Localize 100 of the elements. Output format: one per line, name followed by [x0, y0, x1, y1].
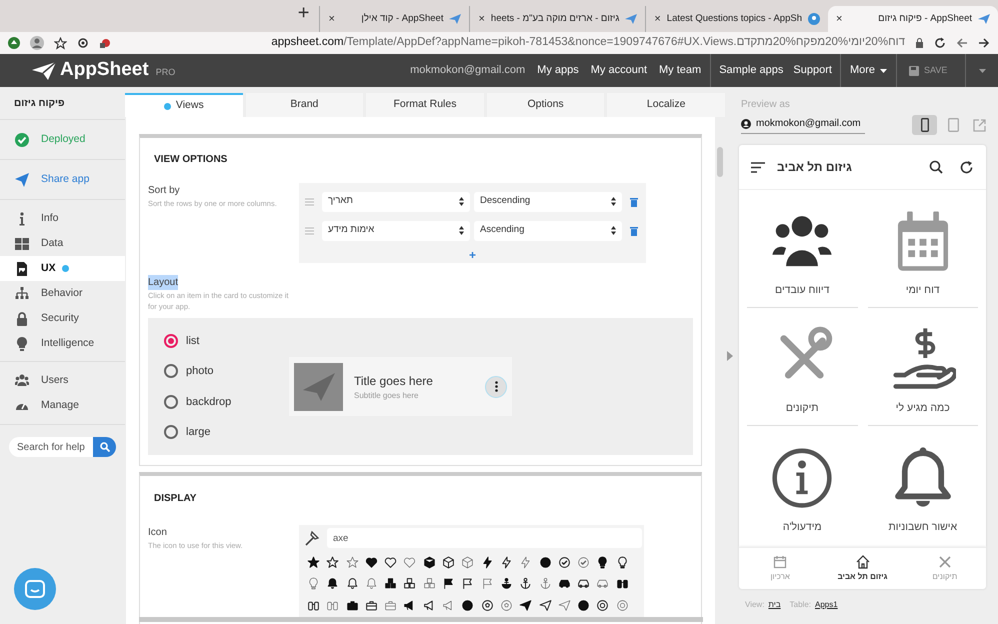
scrollbar-thumb[interactable] [717, 147, 723, 177]
preview-user-field[interactable]: mokmokon@gmail.com [741, 116, 865, 134]
plane-icon[interactable] [519, 598, 532, 612]
tablet-icon [948, 118, 959, 132]
nav-link[interactable]: My team [653, 62, 708, 79]
app-tile[interactable]: דוח יומי [868, 190, 978, 308]
drag-handle-icon[interactable] [305, 198, 314, 206]
heart-icon[interactable] [384, 556, 398, 569]
heart-icon[interactable] [364, 556, 378, 569]
close-tab-button[interactable]: × [328, 10, 335, 28]
app-tile[interactable]: דיווח עובדים [747, 190, 858, 308]
briefcase-icon[interactable] [364, 598, 378, 612]
radio-button[interactable] [164, 364, 178, 378]
bottom-nav-item[interactable]: גיזום תל אביב [821, 548, 904, 589]
binoculars-icon[interactable] [616, 577, 629, 590]
sidebar-item[interactable]: Intelligence [0, 331, 125, 356]
sidebar-item[interactable]: Security [0, 306, 125, 331]
nav-link[interactable]: My account [584, 62, 653, 79]
editor-tab[interactable]: Brand [246, 93, 364, 117]
close-tab-button[interactable]: × [478, 10, 485, 28]
new-tab-button[interactable]: + [288, 0, 320, 32]
editor-tab[interactable]: Views [125, 93, 243, 117]
sidebar-item[interactable]: Data [0, 231, 125, 256]
paper-plane-icon [625, 13, 638, 25]
footer-label: Table: [790, 599, 812, 611]
flag-icon[interactable] [442, 577, 456, 590]
sidebar-item[interactable]: Users [0, 368, 125, 393]
add-sort-button[interactable]: + [468, 249, 476, 261]
search-button[interactable] [93, 437, 116, 457]
home-icon [856, 554, 870, 568]
radio-button[interactable] [164, 334, 178, 348]
star-icon[interactable] [346, 556, 359, 569]
nav-link[interactable]: Support [788, 62, 837, 79]
bell-icon[interactable] [326, 577, 340, 590]
dropdown[interactable]: תאריך [322, 192, 470, 212]
flag-icon[interactable] [461, 577, 474, 590]
back-arrow-icon[interactable] [956, 37, 968, 49]
trash-icon[interactable] [630, 196, 638, 206]
card-title[interactable]: Title goes here [354, 372, 474, 390]
sidebar-item[interactable]: Info [0, 206, 125, 231]
plane-icon[interactable] [538, 598, 552, 612]
help-search-field[interactable]: Search for help [9, 437, 93, 457]
app-tile[interactable]: מידעול'ה [747, 426, 858, 544]
caret-icon[interactable] [978, 68, 986, 72]
sidebar-item[interactable]: Manage [0, 393, 125, 418]
sidebar-item[interactable]: UX [0, 256, 125, 281]
menu-icon[interactable] [751, 162, 765, 172]
radio-button[interactable] [164, 394, 178, 409]
forward-arrow-icon[interactable] [978, 37, 990, 49]
search-icon[interactable] [929, 160, 943, 174]
app-tile[interactable]: אישור חשבוניות [868, 426, 978, 544]
app-tile[interactable]: כמה מגיע לי [868, 308, 978, 426]
app-tile[interactable]: תיקונים [747, 308, 858, 426]
bell-icon[interactable] [346, 577, 359, 590]
tab-title: קוד אילן - AppSheet [360, 12, 444, 26]
refresh-icon[interactable] [959, 160, 974, 174]
radio-option[interactable]: list [164, 332, 289, 349]
radio-button[interactable] [164, 425, 178, 440]
sidebar-item[interactable]: Behavior [0, 281, 125, 306]
star-icon[interactable] [307, 556, 320, 569]
drag-handle-icon[interactable] [305, 226, 314, 234]
tab-title: פיקוח גיזום - AppSheet [877, 12, 972, 26]
bulb-icon[interactable] [616, 556, 629, 569]
nav-link[interactable]: My apps [531, 62, 585, 79]
close-tab-button[interactable]: × [836, 10, 842, 28]
account-email-link[interactable]: mokmokon@gmail.com [404, 62, 532, 79]
trash-icon[interactable] [630, 226, 638, 236]
bulb-icon[interactable] [596, 556, 610, 569]
more-menu-button[interactable]: More [840, 62, 896, 79]
icon-search-field[interactable]: axe [327, 528, 642, 548]
editor-tab[interactable]: Options [486, 93, 604, 117]
radio-option[interactable]: photo [164, 363, 289, 380]
dropdown[interactable]: Descending [474, 192, 622, 212]
radio-option[interactable]: large [164, 424, 289, 440]
dropdown[interactable]: Ascending [474, 220, 622, 240]
horizontal-scrollbar[interactable] [139, 617, 703, 622]
car-icon[interactable] [558, 577, 571, 590]
briefcase-icon[interactable] [346, 598, 359, 612]
bolt-icon[interactable] [500, 556, 513, 569]
editor-tab[interactable]: Format Rules [366, 93, 484, 117]
cubes-icon[interactable] [403, 577, 416, 590]
device-toggle[interactable] [912, 115, 937, 135]
editor-tab[interactable]: Localize [607, 93, 725, 117]
bolt-icon[interactable] [480, 556, 494, 569]
cube-icon[interactable] [422, 556, 436, 569]
close-tab-button[interactable]: × [654, 10, 661, 28]
target-icon[interactable] [77, 37, 89, 49]
cube-icon[interactable] [442, 556, 456, 569]
star-icon[interactable] [326, 556, 340, 569]
reload-icon[interactable] [934, 37, 946, 49]
car-icon[interactable] [577, 577, 590, 590]
view-link[interactable]: בית [768, 599, 781, 611]
dropdown[interactable]: אימות מידע [322, 220, 470, 240]
nav-link[interactable]: Sample apps [714, 62, 788, 79]
cubes-icon[interactable] [384, 577, 398, 590]
star-icon[interactable] [54, 36, 67, 50]
more-options-button[interactable] [485, 376, 507, 398]
table-link[interactable]: Apps1 [815, 599, 838, 611]
browser-tab[interactable]: × פיקוח גיזום - AppSheet [828, 6, 998, 32]
radio-option[interactable]: backdrop [164, 394, 289, 410]
